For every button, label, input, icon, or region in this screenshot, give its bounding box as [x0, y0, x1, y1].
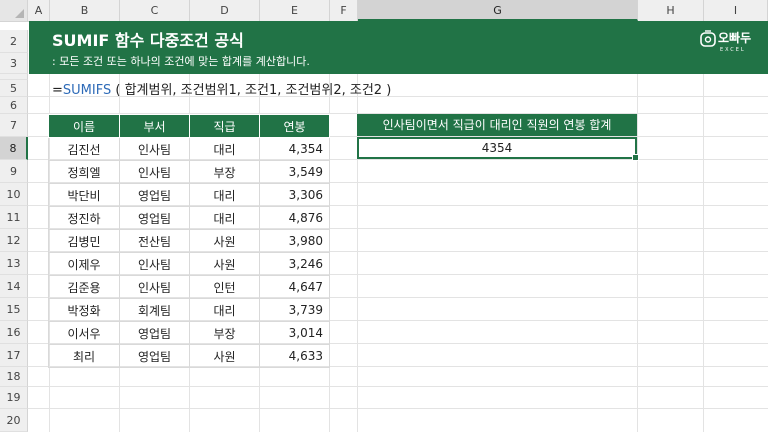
- column-header-d[interactable]: D: [190, 0, 260, 21]
- cell-name[interactable]: 이서우: [48, 321, 120, 345]
- column-header-b[interactable]: B: [50, 0, 120, 21]
- logo-icon: [700, 30, 716, 47]
- cell-department[interactable]: 영업팀: [119, 344, 190, 368]
- cell-department[interactable]: 인사팀: [119, 275, 190, 299]
- header-name[interactable]: 이름: [48, 114, 120, 138]
- row-header-20[interactable]: 20: [0, 409, 28, 432]
- cell-salary[interactable]: 4,876: [259, 206, 330, 230]
- header-department[interactable]: 부서: [119, 114, 190, 138]
- column-header-c[interactable]: C: [120, 0, 190, 21]
- cell-name[interactable]: 정희엘: [48, 160, 120, 184]
- header-position[interactable]: 직급: [189, 114, 260, 138]
- cell-position[interactable]: 사원: [189, 229, 260, 253]
- cell-position[interactable]: 인턴: [189, 275, 260, 299]
- cell-position[interactable]: 대리: [189, 298, 260, 322]
- cell-position[interactable]: 대리: [189, 137, 260, 161]
- column-header-bar: A B C D E F G H I: [0, 0, 768, 22]
- row-header-14[interactable]: 14: [0, 275, 28, 298]
- formula-function-name: SUMIFS: [62, 83, 112, 98]
- table-row: 박정화 회계팀 대리 3,739: [48, 298, 330, 322]
- cell-name[interactable]: 박정화: [48, 298, 120, 322]
- cell-salary[interactable]: 3,739: [259, 298, 330, 322]
- result-header[interactable]: 인사팀이면서 직급이 대리인 직원의 연봉 합계: [357, 114, 637, 136]
- cell-department[interactable]: 회계팀: [119, 298, 190, 322]
- cell-position[interactable]: 사원: [189, 344, 260, 368]
- cell-name[interactable]: 이제우: [48, 252, 120, 276]
- cell-name[interactable]: 김진선: [48, 137, 120, 161]
- cell-department[interactable]: 전산팀: [119, 229, 190, 253]
- cell-name[interactable]: 최리: [48, 344, 120, 368]
- result-cell-selected[interactable]: 4354: [357, 137, 639, 161]
- cell-department[interactable]: 영업팀: [119, 183, 190, 207]
- column-header-h[interactable]: H: [638, 0, 704, 21]
- column-header-g[interactable]: G: [358, 0, 638, 21]
- row-header-15[interactable]: 15: [0, 298, 28, 321]
- row-header-11[interactable]: 11: [0, 206, 28, 229]
- select-all-corner[interactable]: [0, 0, 28, 21]
- cell-salary[interactable]: 4,647: [259, 275, 330, 299]
- formula-prefix: =: [52, 83, 63, 98]
- row-header-8[interactable]: 8: [0, 137, 28, 160]
- column-header-a[interactable]: A: [28, 0, 50, 21]
- table-row: 이제우 인사팀 사원 3,246: [48, 252, 330, 276]
- page-subtitle: : 모든 조건 또는 하나의 조건에 맞는 합계를 계산합니다.: [52, 55, 310, 68]
- cell-salary[interactable]: 3,246: [259, 252, 330, 276]
- cell-department[interactable]: 인사팀: [119, 252, 190, 276]
- header-salary[interactable]: 연봉: [259, 114, 330, 138]
- cell-salary[interactable]: 3,306: [259, 183, 330, 207]
- table-row: 김준용 인사팀 인턴 4,647: [48, 275, 330, 299]
- employee-table: 이름 부서 직급 연봉 김진선 인사팀 대리 4,354 정희엘 인사팀 부장 3,549 …: [48, 114, 330, 368]
- cell-position[interactable]: 부장: [189, 321, 260, 345]
- cell-position[interactable]: 대리: [189, 206, 260, 230]
- cell-department[interactable]: 인사팀: [119, 160, 190, 184]
- column-header-e[interactable]: E: [260, 0, 330, 21]
- row-header-17[interactable]: 17: [0, 344, 28, 367]
- formula-syntax: =SUMIFS ( 합계범위, 조건범위1, 조건1, 조건범위2, 조건2 ): [52, 79, 391, 98]
- formula-arguments: ( 합계범위, 조건범위1, 조건1, 조건범위2, 조건2 ): [111, 83, 392, 98]
- column-header-i[interactable]: I: [704, 0, 768, 21]
- row-header-13[interactable]: 13: [0, 252, 28, 275]
- row-header-10[interactable]: 10: [0, 183, 28, 206]
- row-header-19[interactable]: 19: [0, 387, 28, 409]
- column-header-f[interactable]: F: [330, 0, 358, 21]
- cell-salary[interactable]: 4,633: [259, 344, 330, 368]
- table-row: 정희엘 인사팀 부장 3,549: [48, 160, 330, 184]
- row-header-12[interactable]: 12: [0, 229, 28, 252]
- logo-text: 오빠두: [718, 31, 752, 45]
- cell-position[interactable]: 사원: [189, 252, 260, 276]
- row-header-9[interactable]: 9: [0, 160, 28, 183]
- logo-subtext: EXCEL: [720, 47, 746, 53]
- row-header-5[interactable]: 5: [0, 80, 28, 97]
- table-row: 김병민 전산팀 사원 3,980: [48, 229, 330, 253]
- cell-name[interactable]: 박단비: [48, 183, 120, 207]
- cell-position[interactable]: 대리: [189, 183, 260, 207]
- row-header-7[interactable]: 7: [0, 114, 28, 137]
- cell-name[interactable]: 김병민: [48, 229, 120, 253]
- table-row: 최리 영업팀 사원 4,633: [48, 344, 330, 368]
- table-row: 정진하 영업팀 대리 4,876: [48, 206, 330, 230]
- cell-salary[interactable]: 3,980: [259, 229, 330, 253]
- row-header-6[interactable]: 6: [0, 97, 28, 114]
- cell-department[interactable]: 인사팀: [119, 137, 190, 161]
- cell-salary[interactable]: 3,014: [259, 321, 330, 345]
- cell-name[interactable]: 김준용: [48, 275, 120, 299]
- table-row: 김진선 인사팀 대리 4,354: [48, 137, 330, 161]
- table-row: 박단비 영업팀 대리 3,306: [48, 183, 330, 207]
- cell-name[interactable]: 정진하: [48, 206, 120, 230]
- row-header-16[interactable]: 16: [0, 321, 28, 344]
- cell-position[interactable]: 부장: [189, 160, 260, 184]
- row-header-3[interactable]: 3: [0, 53, 28, 74]
- page-title: SUMIF 함수 다중조건 공식: [52, 31, 244, 50]
- cell-salary[interactable]: 3,549: [259, 160, 330, 184]
- brand-logo: 오빠두 EXCEL: [700, 28, 756, 60]
- row-header-2[interactable]: 2: [0, 30, 28, 53]
- cell-department[interactable]: 영업팀: [119, 206, 190, 230]
- cell-salary[interactable]: 4,354: [259, 137, 330, 161]
- row-header-18[interactable]: 18: [0, 367, 28, 387]
- table-header-row: 이름 부서 직급 연봉: [48, 114, 330, 138]
- cell-department[interactable]: 영업팀: [119, 321, 190, 345]
- table-row: 이서우 영업팀 부장 3,014: [48, 321, 330, 345]
